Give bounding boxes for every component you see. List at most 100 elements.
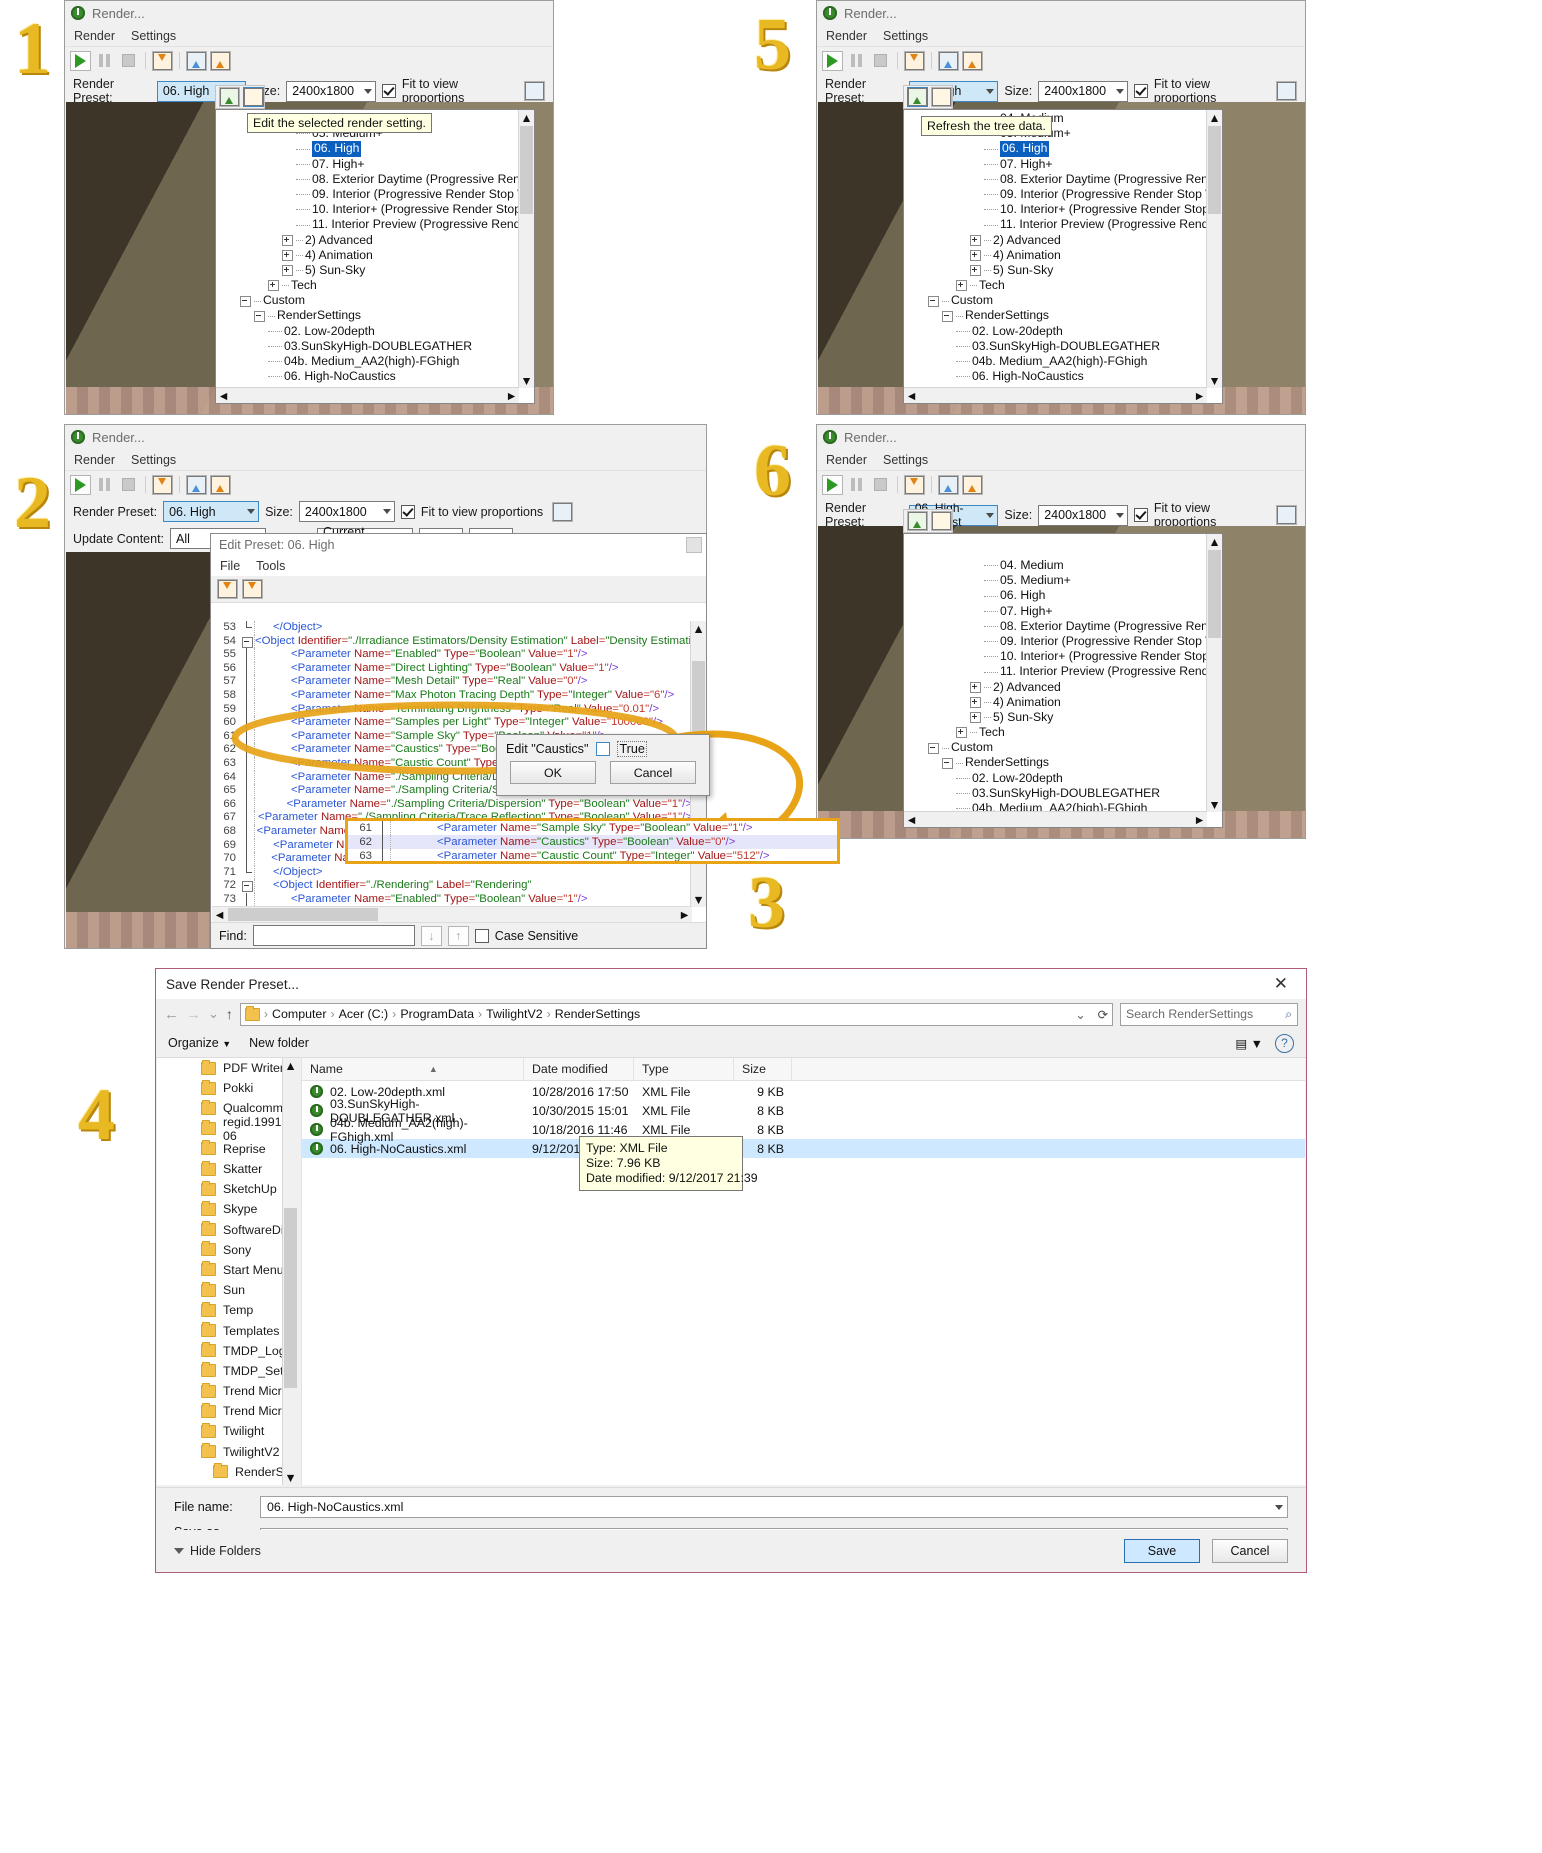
menu-render[interactable]: Render	[826, 29, 867, 43]
fold-marker[interactable]	[241, 661, 254, 676]
fit-to-view-checkbox[interactable]	[381, 84, 396, 98]
find-next-button[interactable]: ↓	[420, 925, 442, 946]
fold-marker[interactable]	[241, 879, 254, 893]
toolbar[interactable]	[65, 46, 553, 74]
tree-item[interactable]: 02. Low-20depth	[906, 324, 1206, 339]
tree-item[interactable]: 5) Sun-Sky	[218, 263, 518, 278]
tree-popup-toolbar[interactable]	[903, 85, 953, 109]
fold-marker[interactable]	[241, 621, 254, 635]
menubar[interactable]: Render Settings	[817, 25, 1305, 46]
nav-item[interactable]: PDF Writer	[157, 1058, 297, 1078]
start-render-button[interactable]	[822, 50, 843, 71]
nav-vscrollbar[interactable]: ▲ ▼	[282, 1058, 298, 1485]
preset-row[interactable]: Render Preset: 06. High Size: 2400x1800 …	[65, 498, 706, 525]
scroll-up-button[interactable]: ▲	[1207, 110, 1222, 125]
nav-item[interactable]: TMDP_Log	[157, 1341, 297, 1361]
fit-to-view-checkbox[interactable]	[400, 504, 415, 519]
nav-item[interactable]: TMDP_Setup	[157, 1361, 297, 1381]
start-render-button[interactable]	[70, 50, 91, 71]
tree-item[interactable]: 06. High	[906, 588, 1206, 603]
open-folder-button[interactable]	[962, 50, 983, 71]
scroll-down-button[interactable]: ▼	[1207, 797, 1222, 812]
hide-folders-toggle[interactable]: Hide Folders	[174, 1544, 261, 1558]
nav-item[interactable]: SoftwareDistr	[157, 1220, 297, 1240]
back-icon[interactable]: ←	[164, 1006, 179, 1023]
collapse-icon[interactable]	[942, 757, 953, 769]
nav-item[interactable]: Sony	[157, 1240, 297, 1260]
nav-item[interactable]: Skype	[157, 1199, 297, 1219]
tree-item[interactable]: 5) Sun-Sky	[906, 710, 1206, 725]
up-icon[interactable]: ↑	[226, 1006, 233, 1022]
caustics-cancel-button[interactable]: Cancel	[610, 761, 696, 784]
menubar[interactable]: Render Settings	[65, 25, 553, 46]
tree-item[interactable]: 09. Interior (Progressive Render Stop Wh…	[906, 634, 1206, 649]
tree-vscrollbar[interactable]: ▲ ▼	[1206, 110, 1222, 388]
tree-item[interactable]: Tech	[906, 278, 1206, 293]
fold-marker[interactable]	[241, 784, 254, 798]
save-preset-button[interactable]	[217, 579, 238, 599]
expand-icon[interactable]	[970, 712, 981, 724]
fit-to-view-checkbox[interactable]	[1133, 508, 1148, 522]
tree-item[interactable]: 5) Sun-Sky	[906, 263, 1206, 278]
tree-item[interactable]: 07. High+	[906, 604, 1206, 619]
case-sensitive-checkbox[interactable]	[474, 928, 489, 943]
scroll-up-button[interactable]: ▲	[519, 110, 534, 125]
tree-item[interactable]: 10. Interior+ (Progressive Render Stop W…	[218, 202, 518, 217]
tree-vscrollbar[interactable]: ▲ ▼	[1206, 534, 1222, 812]
fit-view-button[interactable]	[524, 81, 545, 101]
scroll-left-button[interactable]: ◄	[216, 388, 231, 403]
close-icon[interactable]: ✕	[1262, 974, 1300, 994]
nav-item[interactable]: Start Menu	[157, 1260, 297, 1280]
collapse-icon[interactable]	[928, 742, 939, 754]
dialog-buttons-row[interactable]: Hide Folders Save Cancel	[156, 1530, 1306, 1572]
scroll-up-button[interactable]: ▲	[1207, 534, 1222, 549]
new-folder-button[interactable]: New folder	[249, 1036, 309, 1050]
menu-settings[interactable]: Settings	[883, 29, 928, 43]
tree-item[interactable]: 07. High+	[218, 157, 518, 172]
fold-marker[interactable]	[241, 688, 254, 703]
tree-item[interactable]: RenderSettings	[906, 308, 1206, 323]
render-window-1[interactable]: Render... Render Settings Render Preset:…	[64, 0, 554, 415]
vscroll-thumb[interactable]	[520, 126, 533, 214]
editor-toolbar[interactable]	[211, 576, 706, 603]
expand-icon[interactable]	[268, 280, 279, 292]
menu-settings[interactable]: Settings	[131, 29, 176, 43]
tree-item[interactable]: 04b. Medium_AA2(high)-FGhigh	[218, 354, 518, 369]
code-line[interactable]: 72 <Object Identifier="./Rendering" Label…	[212, 879, 692, 893]
tree-hscrollbar[interactable]: ◄ ►	[216, 387, 519, 403]
breadcrumb-rendersettings[interactable]: RenderSettings	[555, 1007, 640, 1021]
fold-marker[interactable]	[241, 770, 254, 785]
tree-item[interactable]: 11. Interior Preview (Progressive Render…	[906, 664, 1206, 679]
fold-marker[interactable]	[241, 743, 254, 757]
table-row[interactable]: 04b. Medium_AA2(high)-FGhigh.xml 10/18/20…	[302, 1116, 1305, 1144]
nav-item[interactable]: Twilight	[157, 1421, 297, 1441]
nav-item[interactable]: TwilightV2	[157, 1442, 297, 1462]
save-image-button[interactable]	[904, 474, 925, 495]
fold-marker[interactable]	[241, 824, 254, 839]
size-combo[interactable]: 2400x1800	[286, 80, 376, 102]
tree-item[interactable]: 05. Medium+	[906, 573, 1206, 588]
tree-vscrollbar[interactable]: ▲ ▼	[518, 110, 534, 388]
menubar[interactable]: Render Settings	[817, 449, 1305, 470]
editor-resize-handle[interactable]	[686, 537, 702, 553]
fold-marker[interactable]	[241, 838, 254, 853]
size-combo[interactable]: 2400x1800	[1038, 80, 1128, 102]
scroll-down-button[interactable]: ▼	[1207, 373, 1222, 388]
collapse-icon[interactable]	[928, 295, 939, 307]
tree-item[interactable]: 06. High-NoCaustics	[218, 369, 518, 384]
breadcrumb-programdata[interactable]: ProgramData	[400, 1007, 474, 1021]
column-name[interactable]: Name ▲	[302, 1058, 524, 1080]
editor-menubar[interactable]: File Tools	[211, 556, 706, 576]
stop-render-button[interactable]	[118, 475, 139, 495]
tree-item[interactable]: 04b. Medium_AA2(high)-FGhigh	[906, 354, 1206, 369]
nav-item[interactable]: Pokki	[157, 1078, 297, 1098]
toolbar[interactable]	[65, 470, 706, 498]
expand-icon[interactable]	[956, 280, 967, 292]
column-type[interactable]: Type	[634, 1058, 734, 1080]
fold-marker[interactable]	[241, 865, 254, 880]
scroll-right-button[interactable]: ►	[1192, 388, 1207, 403]
tree-item[interactable]: Tech	[218, 278, 518, 293]
menu-settings[interactable]: Settings	[883, 453, 928, 467]
recent-chevron-icon[interactable]: ⌄	[208, 1006, 219, 1022]
tree-popup-toolbar[interactable]	[215, 85, 265, 109]
